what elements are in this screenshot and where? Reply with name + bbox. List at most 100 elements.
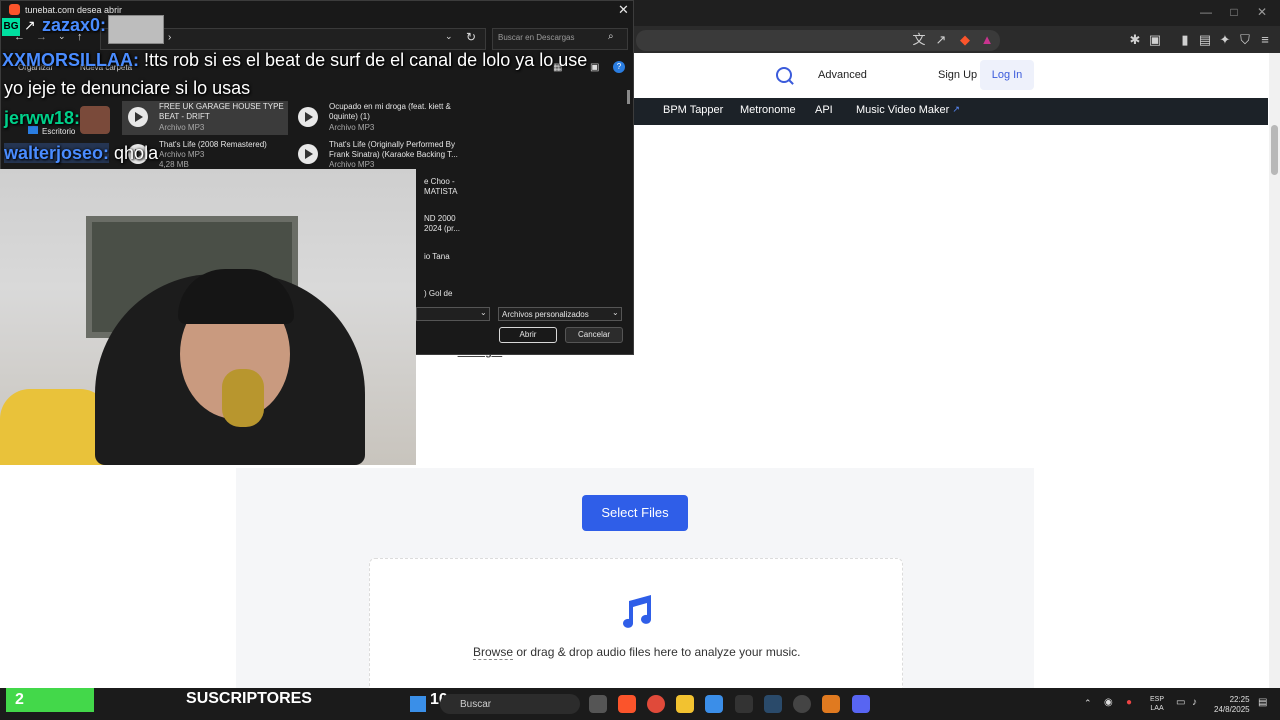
chat-text: qhola (109, 143, 159, 163)
language-code: ESP (1150, 696, 1165, 703)
preview-pane-icon[interactable]: ▣ (590, 62, 599, 73)
brave-icon (9, 4, 20, 15)
open-button[interactable]: Abrir (499, 327, 557, 343)
rewards-icon[interactable]: ▲ (978, 31, 996, 49)
brave-app-icon[interactable] (618, 695, 636, 713)
volume-icon[interactable]: ♪ (1192, 697, 1197, 708)
clock-time: 22:25 (1229, 695, 1250, 704)
file-type-select[interactable]: Archivos personalizados (498, 307, 622, 321)
obs-icon[interactable] (793, 695, 811, 713)
chat-text: yo jeje te denunciare si lo usas (4, 78, 251, 98)
audio-file-icon (128, 107, 148, 127)
share-icon[interactable]: ↗ (932, 31, 950, 49)
chrome-app-icon[interactable] (647, 695, 665, 713)
path-chevron-icon[interactable]: › (168, 32, 171, 43)
advanced-link[interactable]: Advanced (818, 69, 867, 81)
chat-nick: jerww18: (4, 108, 81, 128)
nav-metronome[interactable]: Metronome (740, 104, 796, 116)
chat-avatar (80, 106, 110, 134)
browse-link[interactable]: Browse (473, 645, 514, 660)
cursor-arrow-icon: ↗ (24, 17, 36, 33)
file-name-partial[interactable]: MATISTA (424, 187, 457, 197)
file-size: 4,28 MB (159, 160, 189, 169)
chat-text: !tts rob si es el beat de surf de el can… (139, 50, 588, 70)
help-icon[interactable]: ? (613, 61, 625, 73)
drop-zone-instructions: or drag & drop audio files here to analy… (516, 645, 801, 659)
steam-icon[interactable] (764, 695, 782, 713)
leo-ai-icon[interactable]: ✦ (1216, 31, 1234, 49)
menu-icon[interactable]: ≡ (1256, 31, 1274, 49)
nav-music-video-maker[interactable]: Music Video Maker ↗ (856, 104, 960, 116)
windows-start-icon[interactable] (410, 696, 426, 712)
log-in-button[interactable]: Log In (980, 60, 1034, 90)
maximize-icon[interactable]: □ (1224, 4, 1244, 20)
chat-nick: XXMORSILLAA: (2, 50, 139, 70)
file-name-partial[interactable]: e Choo - (424, 177, 455, 187)
file-name-partial[interactable]: 2024 (pr... (424, 224, 460, 234)
dialog-title: tunebat.com desea abrir (25, 5, 123, 15)
language-indicator[interactable]: ESP LAA (1150, 695, 1164, 713)
file-name-input[interactable] (416, 307, 490, 321)
nav-music-video-maker-label: Music Video Maker (856, 104, 950, 116)
webcam-background-bedding (0, 389, 110, 465)
media-icon[interactable]: ▣ (1146, 31, 1164, 49)
file-name: Ocupado en mi droga (feat. kiett & 0quin… (329, 102, 451, 121)
tray-chevron-icon[interactable]: ⌃ (1084, 698, 1092, 709)
chat-nick: zazax0: (42, 15, 107, 35)
external-link-icon: ↗ (952, 104, 960, 114)
subscriber-label: SUSCRIPTORES (186, 690, 312, 707)
nav-bpm-tapper[interactable]: BPM Tapper (663, 104, 723, 116)
close-window-icon[interactable]: ✕ (1252, 4, 1272, 20)
cancel-button[interactable]: Cancelar (565, 327, 623, 343)
store-app-icon[interactable] (705, 695, 723, 713)
chat-nick: walterjoseo: (4, 143, 110, 163)
brave-shield-icon[interactable]: ◆ (956, 31, 974, 49)
chat-image-thumbnail (108, 15, 164, 44)
file-type: Archivo MP3 (159, 150, 205, 159)
subscriber-count: 2 (6, 688, 94, 712)
file-name: That's Life (Originally Performed By Fra… (329, 140, 458, 159)
microphone-icon (222, 369, 264, 427)
tray-discord-icon[interactable]: ◉ (1104, 697, 1113, 708)
drop-zone[interactable] (369, 558, 903, 700)
taskbar-clock[interactable]: 22:25 24/8/2025 (1214, 695, 1250, 715)
file-type: Archivo MP3 (329, 123, 375, 132)
path-dropdown-icon[interactable]: ⌄ (445, 31, 453, 42)
keyboard-layout: LAA (1150, 705, 1164, 712)
translate-icon[interactable]: 文 (910, 31, 928, 49)
audio-file-icon (298, 144, 318, 164)
task-view-icon[interactable] (589, 695, 607, 713)
file-type: Archivo MP3 (329, 160, 375, 169)
nav-api[interactable]: API (815, 104, 833, 116)
audio-file-icon (298, 107, 318, 127)
vpn-icon[interactable]: ⛉ (1236, 31, 1254, 49)
tray-mic-icon[interactable]: ● (1126, 697, 1132, 708)
file-name-partial[interactable]: ) Gol de (424, 289, 452, 299)
fl-studio-icon[interactable] (822, 695, 840, 713)
file-name-dropdown-icon[interactable]: ⌄ (480, 308, 487, 317)
file-name-partial[interactable]: ND 2000 (424, 214, 456, 224)
webcam-feed (0, 169, 416, 465)
wallet-icon[interactable]: ▤ (1196, 31, 1214, 49)
dialog-search-placeholder: Buscar en Descargas (498, 33, 575, 42)
file-explorer-icon[interactable] (676, 695, 694, 713)
chat-message: jerww18: (4, 108, 80, 129)
refresh-icon[interactable]: ↻ (466, 30, 476, 44)
music-note-icon (623, 595, 652, 628)
chat-message: zazax0: (42, 15, 106, 36)
network-icon[interactable]: ▭ (1176, 697, 1185, 708)
sidebar-icon[interactable]: ▮ (1176, 31, 1194, 49)
notifications-icon[interactable]: ▤ (1258, 697, 1267, 708)
scrollbar-thumb[interactable] (1271, 125, 1278, 175)
extensions-icon[interactable]: ✱ (1126, 31, 1144, 49)
epic-games-icon[interactable] (735, 695, 753, 713)
select-files-button[interactable]: Select Files (582, 495, 688, 531)
search-icon[interactable] (776, 67, 792, 83)
dialog-close-icon[interactable]: ✕ (618, 2, 629, 18)
dialog-scrollbar[interactable] (627, 90, 630, 104)
discord-icon[interactable] (852, 695, 870, 713)
file-type-chevron-icon[interactable]: ⌄ (612, 308, 619, 317)
sign-up-link[interactable]: Sign Up (938, 69, 977, 81)
minimize-icon[interactable]: — (1196, 4, 1216, 20)
file-name-partial[interactable]: io Tana (424, 252, 450, 262)
